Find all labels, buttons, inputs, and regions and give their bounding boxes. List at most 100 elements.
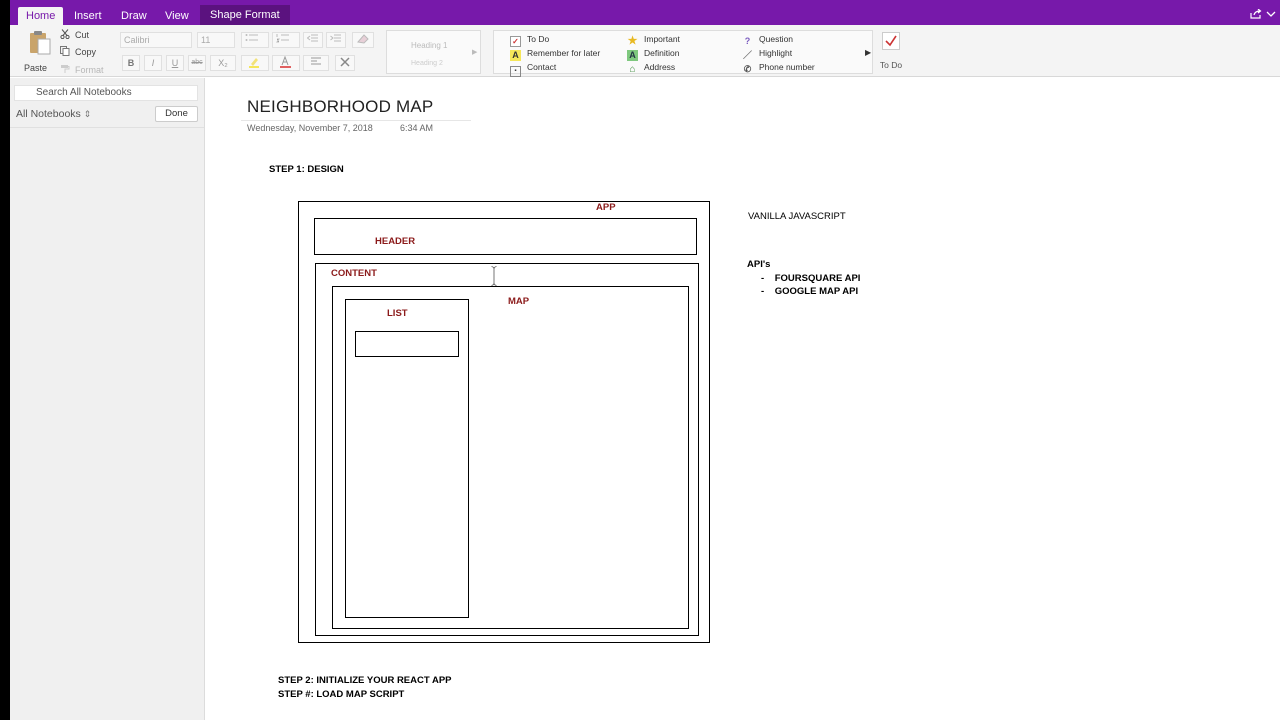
delete-button[interactable] bbox=[335, 55, 355, 71]
tags-gallery: ✓ To Do A Remember for later ▪ Contact ★ Imp… bbox=[493, 30, 873, 77]
tech-note[interactable]: VANILLA JAVASCRIPT bbox=[748, 211, 846, 222]
text-cursor-icon bbox=[491, 266, 497, 286]
search-input[interactable]: Search All Notebooks bbox=[14, 85, 198, 101]
tag-contact-label: Contact bbox=[527, 62, 557, 72]
api-list-item[interactable]: - FOURSQUARE API bbox=[761, 273, 860, 284]
step-3-heading[interactable]: STEP #: LOAD MAP SCRIPT bbox=[278, 689, 404, 700]
contact-card-icon: ▪ bbox=[510, 66, 521, 77]
ribbon-home: Paste Cut Copy Format Calibri 11 B I U a… bbox=[10, 25, 1280, 77]
font-color-button[interactable] bbox=[272, 55, 300, 71]
style-heading-1[interactable]: Heading 1 bbox=[411, 41, 447, 50]
highlight-color-button[interactable] bbox=[241, 55, 269, 71]
todo-check-icon bbox=[882, 32, 900, 50]
bullets-button[interactable] bbox=[241, 32, 269, 48]
tab-draw[interactable]: Draw bbox=[113, 7, 155, 25]
chevron-down-icon[interactable] bbox=[1266, 10, 1276, 18]
align-button[interactable] bbox=[303, 55, 329, 71]
diagram-content-label[interactable]: CONTENT bbox=[331, 268, 377, 279]
bullet-list-icon bbox=[245, 34, 258, 41]
tag-remember[interactable]: A Remember for later bbox=[510, 47, 601, 61]
todo-label: To Do bbox=[879, 60, 903, 70]
paste-button[interactable]: Paste bbox=[20, 30, 60, 74]
copy-icon bbox=[60, 46, 70, 56]
font-size-select[interactable]: 11 bbox=[197, 32, 235, 48]
cut-label: Cut bbox=[75, 30, 90, 40]
styles-gallery[interactable]: Heading 1 Heading 2 ▶ bbox=[386, 30, 481, 74]
page-date: Wednesday, November 7, 2018 bbox=[247, 123, 373, 133]
step-2-heading[interactable]: STEP 2: INITIALIZE YOUR REACT APP bbox=[278, 675, 452, 686]
align-left-icon bbox=[311, 57, 321, 65]
page-title[interactable]: NEIGHBORHOOD MAP bbox=[247, 97, 433, 117]
sort-arrows-icon: ⇕ bbox=[83, 109, 92, 119]
ribbon-tab-bar: Home Insert Draw View Shape Format bbox=[10, 0, 1280, 25]
eraser-icon bbox=[357, 34, 369, 44]
diagram-header-box[interactable] bbox=[314, 218, 697, 255]
all-notebooks-selector[interactable]: All Notebooks ⇕ bbox=[16, 108, 91, 120]
font-color-icon bbox=[280, 55, 291, 68]
outdent-button[interactable] bbox=[303, 32, 323, 48]
diagram-header-label[interactable]: HEADER bbox=[375, 236, 415, 247]
style-heading-2[interactable]: Heading 2 bbox=[411, 60, 443, 67]
done-button[interactable]: Done bbox=[155, 106, 198, 122]
all-notebooks-label: All Notebooks bbox=[16, 108, 81, 120]
question-icon: ? bbox=[744, 36, 751, 46]
diagram-list-label[interactable]: LIST bbox=[387, 308, 408, 319]
tag-contact[interactable]: ▪ Contact bbox=[510, 61, 557, 77]
tag-highlight[interactable]: ／ Highlight bbox=[742, 47, 792, 60]
todo-tag-button[interactable]: To Do bbox=[876, 29, 906, 73]
tag-important[interactable]: ★ Important bbox=[627, 33, 680, 47]
strikethrough-button[interactable]: abc bbox=[188, 55, 206, 71]
apis-heading[interactable]: API's bbox=[747, 259, 770, 270]
clipboard-icon bbox=[30, 31, 51, 55]
page-time: 6:34 AM bbox=[400, 123, 434, 133]
tag-highlight-label: Highlight bbox=[759, 48, 793, 58]
tag-important-label: Important bbox=[644, 34, 680, 44]
tag-todo[interactable]: ✓ To Do bbox=[510, 33, 550, 47]
format-label: Format bbox=[75, 65, 104, 75]
tab-view[interactable]: View bbox=[157, 7, 197, 25]
copy-button[interactable]: Copy bbox=[60, 45, 96, 59]
tag-todo-label: To Do bbox=[527, 34, 550, 44]
house-icon: ⌂ bbox=[629, 64, 636, 75]
diagram-list-item-box[interactable] bbox=[355, 331, 459, 357]
numbered-list-icon bbox=[276, 34, 289, 43]
indent-button[interactable] bbox=[326, 32, 346, 48]
diagram-map-label[interactable]: MAP bbox=[508, 296, 529, 307]
paste-label: Paste bbox=[24, 63, 48, 73]
subscript-button[interactable]: X₂ bbox=[210, 55, 236, 71]
font-name-select[interactable]: Calibri bbox=[120, 32, 192, 48]
underline-button[interactable]: U bbox=[166, 55, 184, 71]
api-list-item[interactable]: - GOOGLE MAP API bbox=[761, 286, 858, 297]
format-painter-button[interactable]: Format bbox=[60, 63, 104, 77]
tag-question-label: Question bbox=[759, 34, 794, 44]
share-icon[interactable] bbox=[1250, 9, 1262, 19]
clear-formatting-button[interactable] bbox=[352, 32, 374, 48]
tab-home[interactable]: Home bbox=[18, 7, 64, 25]
tag-definition[interactable]: A Definition bbox=[627, 47, 679, 61]
gallery-arrow-icon[interactable]: ▶ bbox=[472, 48, 477, 56]
cut-button[interactable]: Cut bbox=[60, 28, 89, 42]
tab-insert[interactable]: Insert bbox=[66, 7, 110, 25]
close-x-icon bbox=[340, 57, 350, 67]
checkbox-icon: ✓ bbox=[510, 36, 521, 47]
tags-more-arrow-icon[interactable]: ▶ bbox=[865, 48, 871, 57]
note-page[interactable]: NEIGHBORHOOD MAP Wednesday, November 7, … bbox=[206, 78, 1280, 720]
tag-address[interactable]: ⌂ Address bbox=[627, 61, 676, 75]
tag-phone[interactable]: ✆ Phone number bbox=[742, 61, 815, 74]
outdent-icon bbox=[306, 34, 318, 42]
numbering-button[interactable] bbox=[272, 32, 300, 48]
italic-button[interactable]: I bbox=[144, 55, 162, 71]
divider bbox=[10, 127, 204, 128]
copy-label: Copy bbox=[75, 47, 97, 57]
phone-icon: ✆ bbox=[743, 64, 752, 74]
tag-question[interactable]: ? Question bbox=[742, 33, 793, 46]
bold-button[interactable]: B bbox=[122, 55, 140, 71]
highlight-a-icon: A bbox=[510, 50, 521, 61]
diagram-app-label[interactable]: APP bbox=[596, 202, 616, 213]
window-edge bbox=[0, 0, 10, 720]
step-1-heading[interactable]: STEP 1: DESIGN bbox=[269, 164, 344, 175]
tab-shape-format[interactable]: Shape Format bbox=[200, 5, 290, 25]
tag-remember-label: Remember for later bbox=[527, 48, 601, 58]
tag-address-label: Address bbox=[644, 62, 676, 72]
onenote-window: Home Insert Draw View Shape Format Paste… bbox=[0, 0, 1280, 720]
